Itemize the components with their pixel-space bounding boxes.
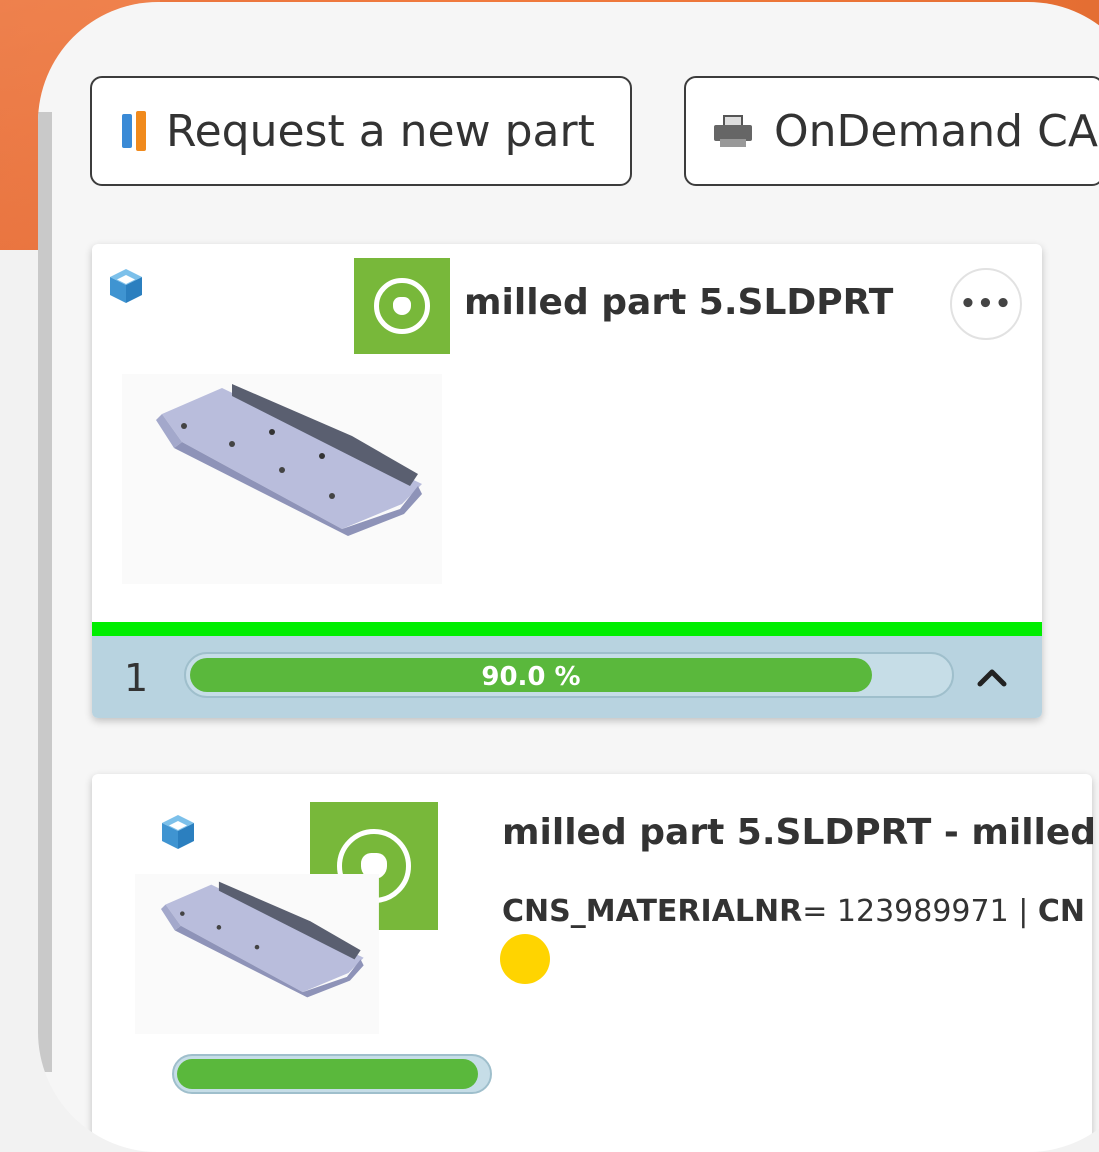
material-value: = 123989971 | — [802, 894, 1038, 929]
material-key: CNS_MATERIALNR — [502, 894, 803, 929]
request-new-part-button[interactable]: Request a new part — [90, 76, 632, 186]
progress-label: 90.0 % — [481, 662, 581, 692]
content-panel: Request a new part OnDemand CA milled pa… — [38, 2, 1099, 1152]
progress-bar: 90.0 % — [184, 652, 954, 698]
part-card[interactable]: milled part 5.SLDPRT - milled pa CNS_MAT… — [92, 774, 1099, 1152]
part-thumbnail — [135, 874, 379, 1034]
left-rail — [38, 112, 52, 1072]
ondemand-cad-label: OnDemand CA — [774, 105, 1098, 157]
printer-icon — [714, 115, 752, 147]
progress-fill — [177, 1059, 478, 1089]
card-title: milled part 5.SLDPRT — [464, 282, 894, 323]
progress-bar — [172, 1054, 492, 1094]
ondemand-cad-button[interactable]: OnDemand CA — [684, 76, 1099, 186]
quantity-value: 1 — [124, 656, 149, 700]
collapse-chevron-icon[interactable] — [972, 658, 1012, 698]
card-footer: 1 90.0 % — [92, 636, 1042, 718]
status-tile-icon — [354, 258, 450, 354]
status-dot — [500, 934, 550, 984]
cube-icon — [162, 815, 194, 849]
part-card[interactable]: milled part 5.SLDPRT ••• 1 90.0 % — [92, 244, 1042, 718]
cube-icon — [110, 269, 142, 303]
card-title: milled part 5.SLDPRT - milled pa — [502, 812, 1099, 853]
request-part-icon — [122, 111, 146, 151]
material-number: CNS_MATERIALNR= 123989971 | CN — [502, 894, 1085, 929]
status-line — [92, 622, 1042, 636]
part-thumbnail — [122, 374, 442, 584]
request-new-part-label: Request a new part — [166, 105, 595, 157]
more-options-button[interactable]: ••• — [950, 268, 1022, 340]
material-trail: CN — [1037, 894, 1085, 929]
